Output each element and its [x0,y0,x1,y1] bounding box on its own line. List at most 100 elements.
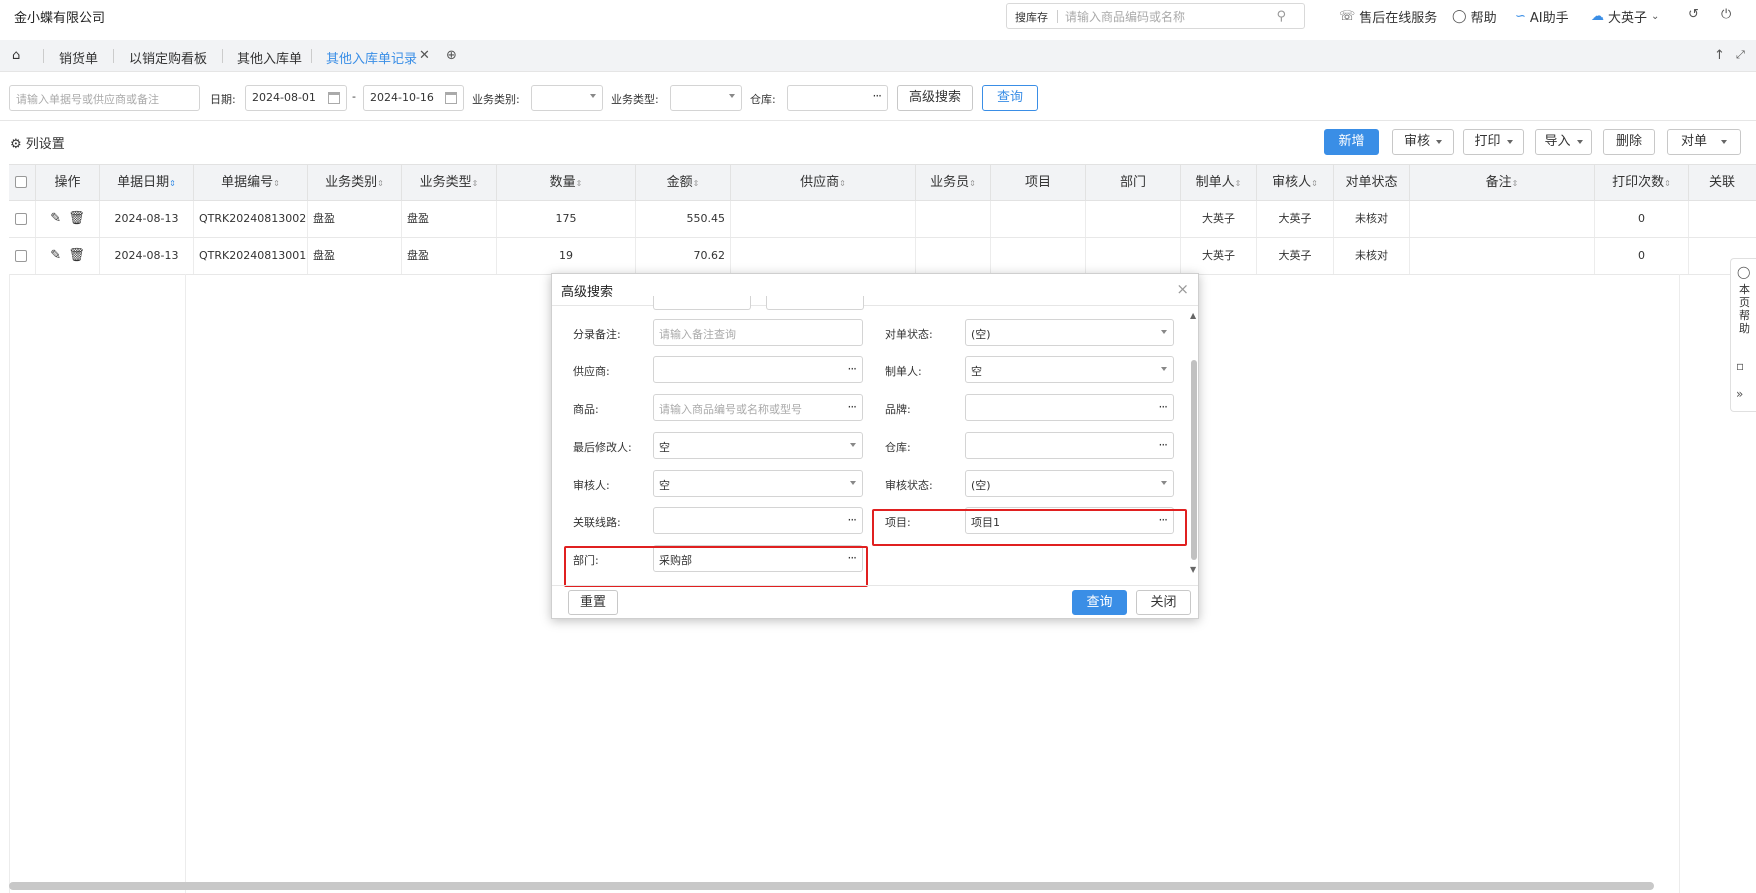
arrow-up-icon[interactable]: ↑ [1714,48,1725,63]
warehouse-picker[interactable]: ··· [965,432,1174,459]
hidden-date-from-field[interactable] [653,296,751,310]
column-settings-button[interactable]: ⚙ 列设置 [10,133,65,152]
reset-button[interactable]: 重置 [568,590,618,615]
ai-assistant-link[interactable]: ∽ AI助手 [1515,7,1569,26]
more-icon[interactable]: ··· [1159,400,1169,414]
query-button[interactable]: 查询 [982,85,1038,111]
select-all-checkbox[interactable] [15,176,27,188]
close-icon[interactable]: ✕ [419,48,430,63]
back-icon[interactable]: ↺ [1688,7,1699,22]
warehouse-picker[interactable]: ··· [787,85,888,111]
date-from-input[interactable]: 2024-08-01 [245,85,347,111]
auditor-select[interactable]: 空 [653,470,863,497]
user-menu[interactable]: ☁ 大英子 ⌄ [1591,7,1659,26]
goods-picker[interactable]: 请输入商品编号或名称或型号 ··· [653,394,863,421]
date-to-input[interactable]: 2024-10-16 [363,85,464,111]
more-icon[interactable]: ··· [848,513,858,527]
sort-icon[interactable]: ⇕ [1512,179,1519,188]
scroll-down-icon[interactable]: ▼ [1190,565,1196,574]
cell-number[interactable]: QTRK20240813001 [194,238,308,274]
brand-picker[interactable]: ··· [965,394,1174,421]
more-icon[interactable]: ··· [848,362,858,376]
supplier-picker[interactable]: ··· [653,356,863,383]
sort-icon[interactable]: ⇕ [472,179,479,188]
keyword-input[interactable]: 请输入单据号或供应商或备注 [9,85,200,111]
sort-icon[interactable]: ⇕ [169,179,176,188]
table-row[interactable]: ✎ 🗑 2024-08-13 QTRK20240813001 盘盈 盘盈 19 … [9,238,1756,275]
tab-purchase-board[interactable]: 以销定购看板 [129,48,207,67]
sort-icon[interactable]: ⇕ [969,179,976,188]
sort-icon[interactable]: ⇕ [693,179,700,188]
delete-button[interactable]: 删除 [1603,129,1655,155]
tab-menu-icon[interactable]: ⊕ [446,48,457,63]
col-biz-category[interactable]: 业务类别⇕ [308,165,402,200]
col-print-count[interactable]: 打印次数⇕ [1595,165,1689,200]
reconcile-button[interactable]: 对单 [1667,129,1741,155]
dialog-scrollbar[interactable]: ▲ ▼ [1189,311,1197,574]
dialog-query-button[interactable]: 查询 [1072,590,1127,615]
expand-icon[interactable]: » [1736,387,1743,401]
help-link[interactable]: ◯ 帮助 [1452,7,1497,26]
edit-icon[interactable]: ✎ [50,211,61,226]
close-icon[interactable]: × [1176,280,1189,298]
audit-button[interactable]: 审核 [1392,129,1454,155]
creator-select[interactable]: 空 [965,356,1174,383]
power-icon[interactable]: ⏻ [1721,7,1731,22]
row-checkbox[interactable] [15,250,27,262]
biz-category-select[interactable] [531,85,603,111]
col-auditor[interactable]: 审核人⇕ [1257,165,1334,200]
sort-icon[interactable]: ⇕ [1235,179,1242,188]
col-date[interactable]: 单据日期⇕ [100,165,194,200]
tab-other-inbound[interactable]: 其他入库单 [237,48,302,67]
scroll-up-icon[interactable]: ▲ [1190,311,1196,320]
home-icon[interactable]: ⌂ [12,48,20,63]
search-icon[interactable]: ⚲ [1276,9,1286,24]
table-row[interactable]: ✎ 🗑 2024-08-13 QTRK20240813002 盘盈 盘盈 175… [9,201,1756,238]
chat-icon[interactable]: ▫ [1736,359,1744,373]
sort-icon[interactable]: ⇕ [377,179,384,188]
col-supplier[interactable]: 供应商⇕ [731,165,916,200]
col-salesperson[interactable]: 业务员⇕ [916,165,991,200]
row-checkbox[interactable] [15,213,27,225]
sort-icon[interactable]: ⇕ [1311,179,1318,188]
search-input[interactable]: 请输入商品编码或名称 [1065,8,1185,25]
sort-icon[interactable]: ⇕ [839,179,846,188]
col-remark[interactable]: 备注⇕ [1410,165,1595,200]
col-creator[interactable]: 制单人⇕ [1181,165,1257,200]
after-sales-link[interactable]: ☏ 售后在线服务 [1339,7,1437,26]
route-picker[interactable]: ··· [653,507,863,534]
import-button[interactable]: 导入 [1535,129,1592,155]
hidden-date-to-field[interactable] [766,296,864,310]
last-modifier-select[interactable]: 空 [653,432,863,459]
entry-remark-input[interactable]: 请输入备注查询 [653,319,863,346]
col-quantity[interactable]: 数量⇕ [497,165,636,200]
more-icon[interactable]: ··· [848,400,858,414]
horizontal-scrollbar[interactable] [9,882,1654,890]
sort-icon[interactable]: ⇕ [273,179,280,188]
fullscreen-icon[interactable]: ⤢ [1736,48,1745,62]
col-amount[interactable]: 金额⇕ [636,165,731,200]
print-button[interactable]: 打印 [1463,129,1524,155]
more-icon[interactable]: ··· [873,89,883,103]
scrollbar-thumb[interactable] [1191,360,1197,560]
cell-number[interactable]: QTRK20240813002 [194,201,308,237]
sort-icon[interactable]: ⇕ [576,179,583,188]
calendar-icon[interactable] [445,92,457,104]
advanced-search-button[interactable]: 高级搜索 [897,85,973,111]
trash-icon[interactable]: 🗑 [68,211,85,226]
add-button[interactable]: 新增 [1324,129,1379,155]
col-number[interactable]: 单据编号⇕ [194,165,308,200]
global-search[interactable]: 搜库存 请输入商品编码或名称 ⚲ [1006,3,1305,29]
edit-icon[interactable]: ✎ [50,248,61,263]
tab-other-inbound-records[interactable]: 其他入库单记录 [326,48,417,67]
help-side-panel[interactable]: ◯ 本页帮助 ▫ » [1730,258,1756,412]
page-help-label[interactable]: 本页帮助 [1739,283,1751,335]
more-icon[interactable]: ··· [1159,438,1169,452]
sort-icon[interactable]: ⇕ [1664,179,1671,188]
reconcile-status-select[interactable]: (空) [965,319,1174,346]
tab-sales-order[interactable]: 销货单 [59,48,98,67]
audit-status-select[interactable]: (空) [965,470,1174,497]
calendar-icon[interactable] [328,92,340,104]
col-biz-type[interactable]: 业务类型⇕ [402,165,497,200]
search-scope-tag[interactable]: 搜库存 [1015,9,1048,25]
